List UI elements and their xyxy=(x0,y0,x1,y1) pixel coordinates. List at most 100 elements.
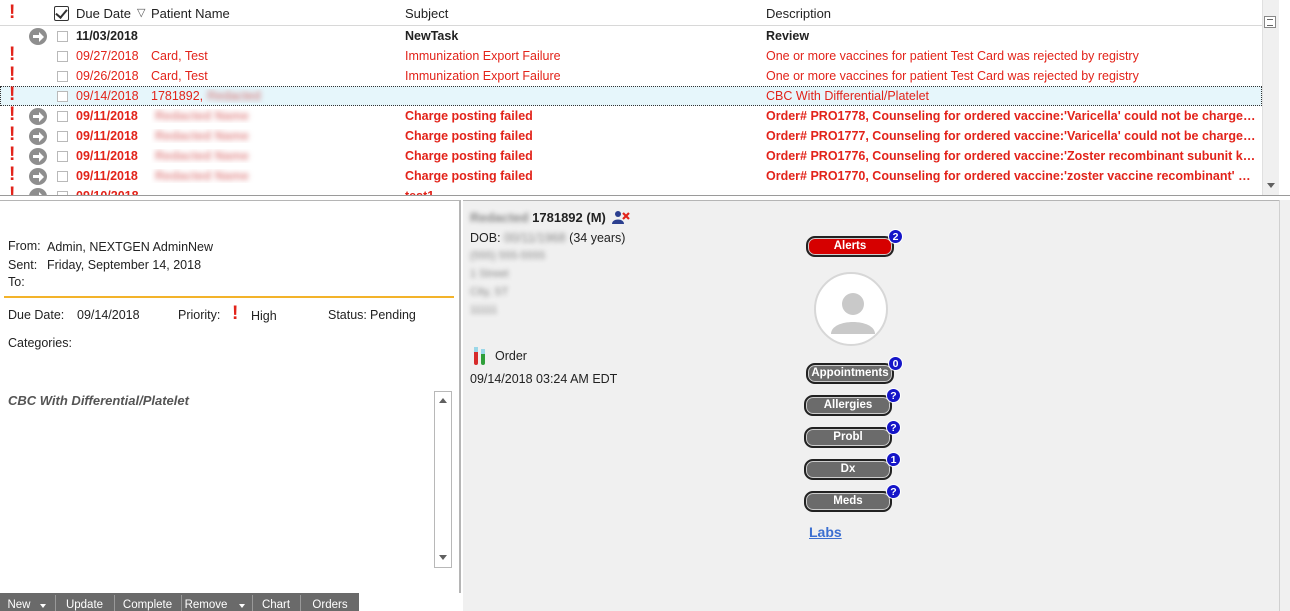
forwarded-arrow-icon xyxy=(29,108,47,125)
problems-count-badge: ? xyxy=(886,420,901,435)
message-body-scrollbar[interactable] xyxy=(434,391,452,568)
patient-name-text: 1781892, xyxy=(151,89,204,103)
lab-order-icon xyxy=(474,347,485,365)
row-description: Order# PRO1770, Counseling for ordered v… xyxy=(766,169,1256,183)
dx-button[interactable]: Dx xyxy=(804,459,892,480)
row-due-date: 09/27/2018 xyxy=(76,49,139,63)
row-due-date: 09/26/2018 xyxy=(76,69,139,83)
row-due-date: 09/11/2018 xyxy=(76,129,138,143)
patient-street-redacted: 1 Street xyxy=(470,268,509,280)
appointments-count-badge: 0 xyxy=(888,356,903,371)
dob-label: DOB: xyxy=(470,231,501,245)
message-body[interactable]: CBC With Differential/Platelet xyxy=(6,393,451,568)
table-row[interactable]: ! 09/11/2018 Redacted Name Charge posting f… xyxy=(0,125,1262,146)
high-priority-icon: ! xyxy=(9,144,16,165)
scroll-down-arrow-icon[interactable] xyxy=(1267,183,1275,188)
dx-count-badge: 1 xyxy=(886,452,901,467)
select-all-checkbox[interactable] xyxy=(54,6,69,21)
row-patient-name: Card, Test xyxy=(151,69,401,83)
column-chooser-icon[interactable] xyxy=(1264,16,1276,28)
new-button[interactable]: New xyxy=(0,593,48,611)
new-dropdown-caret-icon[interactable] xyxy=(40,604,46,608)
table-row[interactable]: ! 09/11/2018 Redacted Name Charge posting f… xyxy=(0,165,1262,186)
appointments-button[interactable]: Appointments xyxy=(806,363,894,384)
meds-count-badge: ? xyxy=(886,484,901,499)
chart-button[interactable]: Chart xyxy=(253,593,299,611)
categories-label: Categories: xyxy=(8,336,72,350)
row-due-date: 09/11/2018 xyxy=(76,149,138,163)
row-checkbox[interactable] xyxy=(57,91,68,102)
row-checkbox[interactable] xyxy=(57,171,68,182)
task-list-scrollbar[interactable] xyxy=(1262,0,1279,195)
remove-patient-icon[interactable] xyxy=(612,210,630,224)
patient-name-redacted: Redacted xyxy=(470,210,529,225)
row-checkbox[interactable] xyxy=(57,111,68,122)
labs-link[interactable]: Labs xyxy=(809,524,842,540)
forwarded-arrow-icon xyxy=(29,128,47,145)
patient-name-redacted: Redacted Name xyxy=(155,169,249,183)
priority-column-icon[interactable]: ! xyxy=(9,3,15,22)
scroll-down-arrow-icon[interactable] xyxy=(439,555,447,560)
from-value: Admin, NEXTGEN AdminNew xyxy=(47,240,214,254)
forwarded-arrow-icon xyxy=(29,188,47,195)
row-checkbox[interactable] xyxy=(57,51,68,62)
row-subject: Charge posting failed xyxy=(405,109,533,123)
table-row[interactable]: ! 09/26/2018 Card, Test Immunization Export… xyxy=(0,65,1262,86)
row-checkbox[interactable] xyxy=(57,71,68,82)
table-row[interactable]: ! 09/11/2018 Redacted Name Charge posting f… xyxy=(0,144,1262,166)
sent-value: Friday, September 14, 2018 xyxy=(47,258,202,272)
high-priority-icon: ! xyxy=(9,184,16,196)
row-checkbox[interactable] xyxy=(57,191,68,195)
from-label: From: xyxy=(8,239,41,253)
row-description: Order# PRO1776, Counseling for ordered v… xyxy=(766,149,1256,163)
update-button[interactable]: Update xyxy=(56,593,113,611)
new-button-label: New xyxy=(7,599,31,611)
table-row[interactable]: ! 09/27/2018 Card, Test Immunization Export… xyxy=(0,44,1262,66)
allergies-button[interactable]: Allergies xyxy=(804,395,892,416)
row-checkbox[interactable] xyxy=(57,131,68,142)
table-row[interactable]: ! 09/11/2018 Redacted Name Charge posting f… xyxy=(0,105,1262,126)
orders-button[interactable]: Orders xyxy=(301,593,359,611)
remove-button[interactable]: Remove xyxy=(182,593,242,611)
problems-button[interactable]: Probl xyxy=(804,427,892,448)
patient-city-redacted: City, ST xyxy=(470,286,509,298)
table-row[interactable]: ! 09/14/2018 1781892, Redacted CBC With Diff… xyxy=(0,85,1262,106)
row-due-date: 09/11/2018 xyxy=(76,109,138,123)
priority-value: High xyxy=(251,309,277,323)
remove-dropdown-caret-icon[interactable] xyxy=(239,604,245,608)
high-priority-icon: ! xyxy=(9,44,16,65)
allergies-count-badge: ? xyxy=(886,388,901,403)
row-due-date: 09/10/2018 xyxy=(76,189,139,196)
order-timestamp: 09/14/2018 03:24 AM EDT xyxy=(470,372,618,386)
due-date-value: 09/14/2018 xyxy=(77,308,140,322)
row-checkbox[interactable] xyxy=(57,31,68,42)
high-priority-icon: ! xyxy=(232,303,239,324)
patient-pane-scrollbar[interactable] xyxy=(1279,200,1290,611)
status-label: Status: xyxy=(328,308,367,322)
column-header-subject[interactable]: Subject xyxy=(405,6,448,21)
task-list-header: ! Due Date ▽ Patient Name Subject Descri… xyxy=(0,0,1262,26)
column-header-due-date[interactable]: Due Date xyxy=(76,6,131,21)
row-patient-name: Redacted Name xyxy=(151,169,401,183)
scroll-up-arrow-icon[interactable] xyxy=(439,398,447,403)
alerts-button[interactable]: Alerts xyxy=(806,236,894,257)
row-description: CBC With Differential/Platelet xyxy=(766,89,930,103)
patient-name-text: Card, Test xyxy=(151,49,208,63)
table-row[interactable]: 11/03/2018 NewTask Review xyxy=(0,26,1262,46)
row-due-date: 11/03/2018 xyxy=(76,29,138,43)
patient-avatar xyxy=(814,272,888,346)
meds-button[interactable]: Meds xyxy=(804,491,892,512)
complete-button[interactable]: Complete xyxy=(115,593,180,611)
row-subject: Immunization Export Failure xyxy=(405,69,561,83)
column-header-patient-name[interactable]: Patient Name xyxy=(151,6,230,21)
column-header-description[interactable]: Description xyxy=(766,6,831,21)
dob-line: DOB: 00/11/1968 (34 years) xyxy=(470,231,625,245)
row-due-date: 09/11/2018 xyxy=(76,169,138,183)
row-subject: test1 xyxy=(405,189,435,196)
table-row[interactable]: ! 09/10/2018 test1 xyxy=(0,184,1262,196)
row-description: One or more vaccines for patient Test Ca… xyxy=(766,49,1139,63)
row-patient-name: Redacted Name xyxy=(151,109,401,123)
task-toolbar: New Update Complete Remove Chart Orders xyxy=(0,593,359,611)
sort-descending-icon: ▽ xyxy=(137,7,146,19)
row-checkbox[interactable] xyxy=(57,151,68,162)
